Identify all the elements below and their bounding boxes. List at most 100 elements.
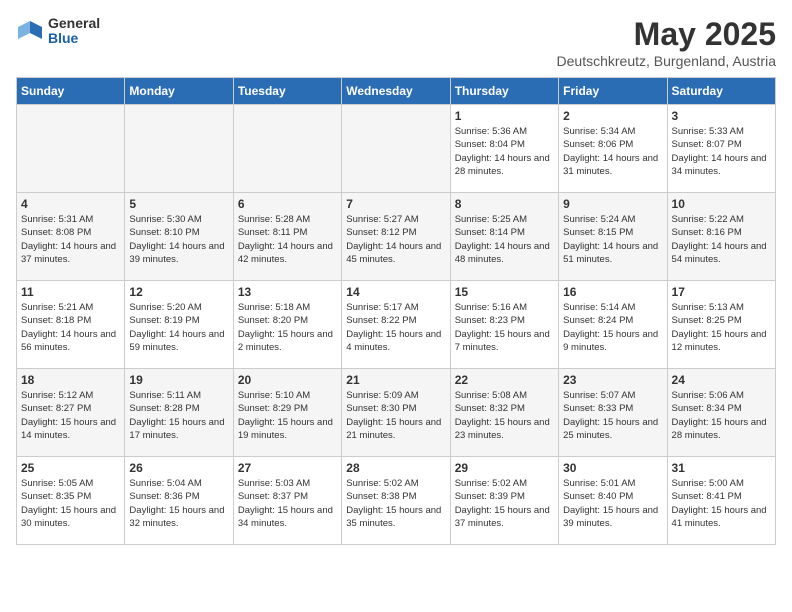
- day-number: 16: [563, 285, 662, 299]
- calendar-cell: 13 Sunrise: 5:18 AMSunset: 8:20 PMDaylig…: [233, 281, 341, 369]
- weekday-header: Monday: [125, 78, 233, 105]
- day-number: 14: [346, 285, 445, 299]
- cell-info: Sunrise: 5:04 AMSunset: 8:36 PMDaylight:…: [129, 478, 224, 529]
- day-number: 18: [21, 373, 120, 387]
- calendar-cell: 4 Sunrise: 5:31 AMSunset: 8:08 PMDayligh…: [17, 193, 125, 281]
- cell-info: Sunrise: 5:09 AMSunset: 8:30 PMDaylight:…: [346, 390, 441, 441]
- day-number: 11: [21, 285, 120, 299]
- calendar-week-row: 18 Sunrise: 5:12 AMSunset: 8:27 PMDaylig…: [17, 369, 776, 457]
- location-title: Deutschkreutz, Burgenland, Austria: [557, 53, 776, 69]
- day-number: 25: [21, 461, 120, 475]
- cell-info: Sunrise: 5:21 AMSunset: 8:18 PMDaylight:…: [21, 302, 116, 353]
- day-number: 22: [455, 373, 554, 387]
- day-number: 28: [346, 461, 445, 475]
- day-number: 1: [455, 109, 554, 123]
- cell-info: Sunrise: 5:31 AMSunset: 8:08 PMDaylight:…: [21, 214, 116, 265]
- calendar-cell: 2 Sunrise: 5:34 AMSunset: 8:06 PMDayligh…: [559, 105, 667, 193]
- cell-info: Sunrise: 5:20 AMSunset: 8:19 PMDaylight:…: [129, 302, 224, 353]
- day-number: 29: [455, 461, 554, 475]
- calendar-cell: [342, 105, 450, 193]
- calendar-cell: [233, 105, 341, 193]
- calendar-cell: 22 Sunrise: 5:08 AMSunset: 8:32 PMDaylig…: [450, 369, 558, 457]
- calendar-cell: 29 Sunrise: 5:02 AMSunset: 8:39 PMDaylig…: [450, 457, 558, 545]
- day-number: 24: [672, 373, 771, 387]
- calendar-cell: 31 Sunrise: 5:00 AMSunset: 8:41 PMDaylig…: [667, 457, 775, 545]
- calendar-cell: 25 Sunrise: 5:05 AMSunset: 8:35 PMDaylig…: [17, 457, 125, 545]
- cell-info: Sunrise: 5:03 AMSunset: 8:37 PMDaylight:…: [238, 478, 333, 529]
- calendar-cell: 24 Sunrise: 5:06 AMSunset: 8:34 PMDaylig…: [667, 369, 775, 457]
- cell-info: Sunrise: 5:12 AMSunset: 8:27 PMDaylight:…: [21, 390, 116, 441]
- cell-info: Sunrise: 5:27 AMSunset: 8:12 PMDaylight:…: [346, 214, 441, 265]
- weekday-header: Saturday: [667, 78, 775, 105]
- logo-text: General Blue: [48, 16, 100, 47]
- calendar-cell: 3 Sunrise: 5:33 AMSunset: 8:07 PMDayligh…: [667, 105, 775, 193]
- calendar-cell: 5 Sunrise: 5:30 AMSunset: 8:10 PMDayligh…: [125, 193, 233, 281]
- calendar-cell: 17 Sunrise: 5:13 AMSunset: 8:25 PMDaylig…: [667, 281, 775, 369]
- calendar-cell: 11 Sunrise: 5:21 AMSunset: 8:18 PMDaylig…: [17, 281, 125, 369]
- cell-info: Sunrise: 5:11 AMSunset: 8:28 PMDaylight:…: [129, 390, 224, 441]
- day-number: 9: [563, 197, 662, 211]
- calendar-cell: 26 Sunrise: 5:04 AMSunset: 8:36 PMDaylig…: [125, 457, 233, 545]
- calendar-cell: 28 Sunrise: 5:02 AMSunset: 8:38 PMDaylig…: [342, 457, 450, 545]
- calendar-cell: 12 Sunrise: 5:20 AMSunset: 8:19 PMDaylig…: [125, 281, 233, 369]
- cell-info: Sunrise: 5:16 AMSunset: 8:23 PMDaylight:…: [455, 302, 550, 353]
- cell-info: Sunrise: 5:06 AMSunset: 8:34 PMDaylight:…: [672, 390, 767, 441]
- calendar-table: SundayMondayTuesdayWednesdayThursdayFrid…: [16, 77, 776, 545]
- cell-info: Sunrise: 5:17 AMSunset: 8:22 PMDaylight:…: [346, 302, 441, 353]
- day-number: 15: [455, 285, 554, 299]
- day-number: 6: [238, 197, 337, 211]
- cell-info: Sunrise: 5:10 AMSunset: 8:29 PMDaylight:…: [238, 390, 333, 441]
- day-number: 12: [129, 285, 228, 299]
- weekday-header-row: SundayMondayTuesdayWednesdayThursdayFrid…: [17, 78, 776, 105]
- weekday-header: Wednesday: [342, 78, 450, 105]
- calendar-cell: 23 Sunrise: 5:07 AMSunset: 8:33 PMDaylig…: [559, 369, 667, 457]
- weekday-header: Sunday: [17, 78, 125, 105]
- day-number: 8: [455, 197, 554, 211]
- day-number: 13: [238, 285, 337, 299]
- day-number: 26: [129, 461, 228, 475]
- cell-info: Sunrise: 5:07 AMSunset: 8:33 PMDaylight:…: [563, 390, 658, 441]
- day-number: 27: [238, 461, 337, 475]
- day-number: 3: [672, 109, 771, 123]
- day-number: 4: [21, 197, 120, 211]
- day-number: 20: [238, 373, 337, 387]
- day-number: 7: [346, 197, 445, 211]
- calendar-week-row: 11 Sunrise: 5:21 AMSunset: 8:18 PMDaylig…: [17, 281, 776, 369]
- day-number: 5: [129, 197, 228, 211]
- day-number: 31: [672, 461, 771, 475]
- cell-info: Sunrise: 5:05 AMSunset: 8:35 PMDaylight:…: [21, 478, 116, 529]
- cell-info: Sunrise: 5:33 AMSunset: 8:07 PMDaylight:…: [672, 126, 767, 177]
- cell-info: Sunrise: 5:30 AMSunset: 8:10 PMDaylight:…: [129, 214, 224, 265]
- cell-info: Sunrise: 5:28 AMSunset: 8:11 PMDaylight:…: [238, 214, 333, 265]
- calendar-week-row: 4 Sunrise: 5:31 AMSunset: 8:08 PMDayligh…: [17, 193, 776, 281]
- day-number: 2: [563, 109, 662, 123]
- logo-icon: [16, 17, 44, 45]
- day-number: 17: [672, 285, 771, 299]
- cell-info: Sunrise: 5:08 AMSunset: 8:32 PMDaylight:…: [455, 390, 550, 441]
- cell-info: Sunrise: 5:34 AMSunset: 8:06 PMDaylight:…: [563, 126, 658, 177]
- day-number: 19: [129, 373, 228, 387]
- calendar-cell: 21 Sunrise: 5:09 AMSunset: 8:30 PMDaylig…: [342, 369, 450, 457]
- calendar-cell: 15 Sunrise: 5:16 AMSunset: 8:23 PMDaylig…: [450, 281, 558, 369]
- cell-info: Sunrise: 5:18 AMSunset: 8:20 PMDaylight:…: [238, 302, 333, 353]
- cell-info: Sunrise: 5:36 AMSunset: 8:04 PMDaylight:…: [455, 126, 550, 177]
- calendar-cell: 20 Sunrise: 5:10 AMSunset: 8:29 PMDaylig…: [233, 369, 341, 457]
- cell-info: Sunrise: 5:24 AMSunset: 8:15 PMDaylight:…: [563, 214, 658, 265]
- cell-info: Sunrise: 5:14 AMSunset: 8:24 PMDaylight:…: [563, 302, 658, 353]
- page-header: General Blue May 2025 Deutschkreutz, Bur…: [16, 16, 776, 69]
- day-number: 21: [346, 373, 445, 387]
- calendar-cell: 27 Sunrise: 5:03 AMSunset: 8:37 PMDaylig…: [233, 457, 341, 545]
- cell-info: Sunrise: 5:13 AMSunset: 8:25 PMDaylight:…: [672, 302, 767, 353]
- title-area: May 2025 Deutschkreutz, Burgenland, Aust…: [557, 16, 776, 69]
- cell-info: Sunrise: 5:25 AMSunset: 8:14 PMDaylight:…: [455, 214, 550, 265]
- weekday-header: Friday: [559, 78, 667, 105]
- calendar-cell: 1 Sunrise: 5:36 AMSunset: 8:04 PMDayligh…: [450, 105, 558, 193]
- cell-info: Sunrise: 5:02 AMSunset: 8:38 PMDaylight:…: [346, 478, 441, 529]
- calendar-week-row: 25 Sunrise: 5:05 AMSunset: 8:35 PMDaylig…: [17, 457, 776, 545]
- calendar-cell: 6 Sunrise: 5:28 AMSunset: 8:11 PMDayligh…: [233, 193, 341, 281]
- cell-info: Sunrise: 5:02 AMSunset: 8:39 PMDaylight:…: [455, 478, 550, 529]
- calendar-cell: 10 Sunrise: 5:22 AMSunset: 8:16 PMDaylig…: [667, 193, 775, 281]
- cell-info: Sunrise: 5:01 AMSunset: 8:40 PMDaylight:…: [563, 478, 658, 529]
- day-number: 30: [563, 461, 662, 475]
- day-number: 10: [672, 197, 771, 211]
